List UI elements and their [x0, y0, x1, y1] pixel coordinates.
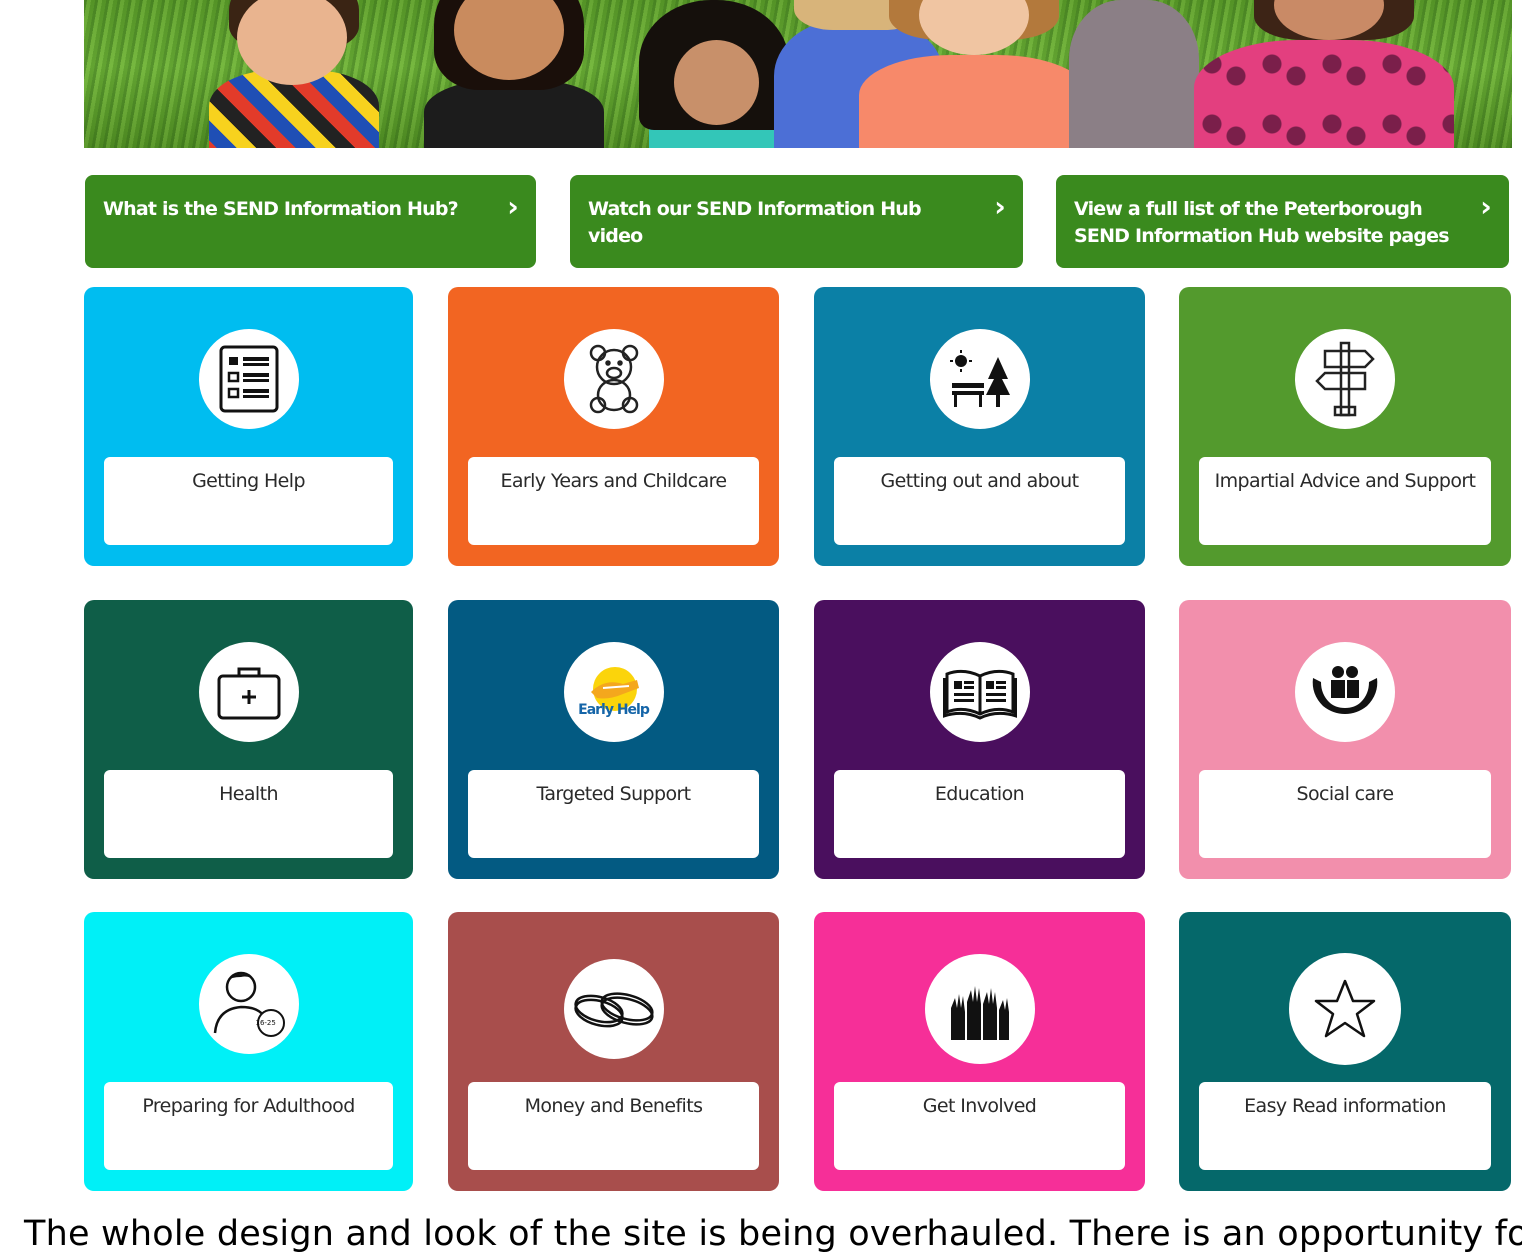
- link-label: View a full list of the Peterborough SEN…: [1074, 198, 1450, 247]
- tile-money-benefits[interactable]: Money and Benefits: [448, 912, 779, 1191]
- chevron-right-icon: ›: [994, 190, 1006, 223]
- chevron-right-icon: ›: [507, 190, 519, 223]
- tile-label: Health: [104, 770, 393, 858]
- checklist-icon: [198, 329, 299, 429]
- tile-label: Getting out and about: [834, 457, 1125, 545]
- tile-early-years[interactable]: Early Years and Childcare: [448, 287, 779, 566]
- raised-hands-icon: [924, 954, 1035, 1064]
- chevron-right-icon: ›: [1480, 190, 1492, 223]
- signpost-icon: [1295, 329, 1395, 429]
- child-figure: [1184, 0, 1464, 148]
- tile-label: Preparing for Adulthood: [104, 1082, 393, 1170]
- early-help-text: Early Help: [578, 702, 650, 718]
- tile-label: Impartial Advice and Support: [1199, 457, 1491, 545]
- tile-label: Early Years and Childcare: [468, 457, 759, 545]
- body-paragraph: The whole design and look of the site is…: [24, 1214, 1522, 1254]
- child-figure: [189, 0, 379, 148]
- tile-easy-read[interactable]: Easy Read information: [1179, 912, 1511, 1191]
- tile-getting-help[interactable]: Getting Help: [84, 287, 413, 566]
- hands-family-icon: [1295, 642, 1395, 742]
- hero-image: [84, 0, 1512, 148]
- tile-label: Education: [834, 770, 1125, 858]
- teddy-bear-icon: [563, 329, 664, 429]
- tile-preparing-adulthood[interactable]: 16-25 Preparing for Adulthood: [84, 912, 413, 1191]
- star-icon: [1289, 953, 1401, 1065]
- tile-impartial-advice[interactable]: Impartial Advice and Support: [1179, 287, 1511, 566]
- child-figure: [414, 0, 604, 148]
- medical-bag-icon: [198, 642, 299, 742]
- tile-label: Get Involved: [834, 1082, 1125, 1170]
- tile-getting-out[interactable]: Getting out and about: [814, 287, 1145, 566]
- tile-label: Targeted Support: [468, 770, 759, 858]
- what-is-hub-link[interactable]: What is the SEND Information Hub? ›: [85, 175, 536, 268]
- child-figure: [1069, 0, 1199, 148]
- person-age-icon: 16-25: [198, 954, 299, 1054]
- tile-targeted-support[interactable]: Early Help Targeted Support: [448, 600, 779, 879]
- tile-get-involved[interactable]: Get Involved: [814, 912, 1145, 1191]
- watch-video-link[interactable]: Watch our SEND Information Hub video ›: [570, 175, 1023, 268]
- age-range-text: 16-25: [255, 1019, 276, 1027]
- tile-education[interactable]: Education: [814, 600, 1145, 879]
- park-bench-icon: [929, 329, 1030, 429]
- tile-label: Getting Help: [104, 457, 393, 545]
- link-label: Watch our SEND Information Hub video: [588, 198, 922, 247]
- tile-label: Money and Benefits: [468, 1082, 759, 1170]
- open-book-icon: [929, 642, 1030, 742]
- tile-social-care[interactable]: Social care: [1179, 600, 1511, 879]
- full-list-pages-link[interactable]: View a full list of the Peterborough SEN…: [1056, 175, 1509, 268]
- early-help-logo-icon: Early Help: [563, 642, 664, 742]
- child-figure: [859, 0, 1089, 148]
- coins-icon: [563, 959, 664, 1059]
- tile-label: Social care: [1199, 770, 1491, 858]
- tile-health[interactable]: Health: [84, 600, 413, 879]
- link-label: What is the SEND Information Hub?: [103, 198, 459, 220]
- tile-label: Easy Read information: [1199, 1082, 1491, 1170]
